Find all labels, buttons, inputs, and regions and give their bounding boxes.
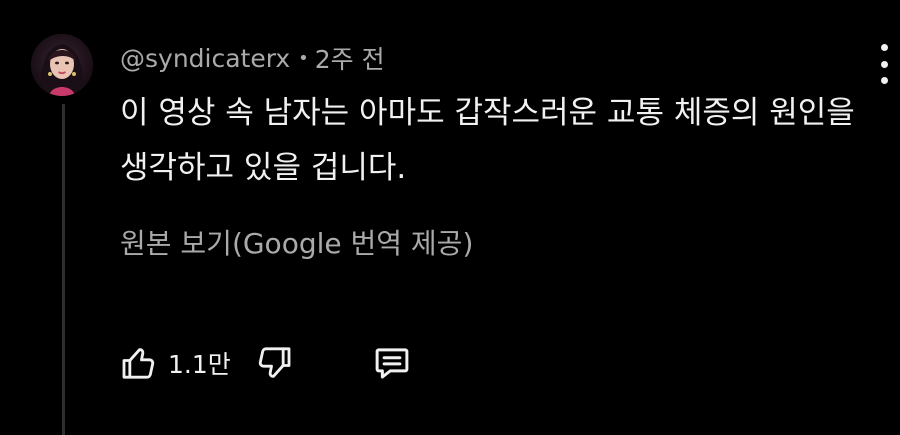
comment-text-line: 이 영상 속 남자는 아마도 갑작스러운 교통 체증의 원인을 <box>120 95 855 131</box>
menu-dot <box>880 44 888 51</box>
avatar[interactable] <box>31 34 93 96</box>
comment-icon[interactable] <box>371 342 413 384</box>
meta-separator: • <box>298 47 309 69</box>
see-original-link[interactable]: 원본 보기(Google 번역 제공) <box>120 224 473 264</box>
thread-line <box>62 104 65 435</box>
menu-dot <box>880 60 888 68</box>
thumbs-down-icon[interactable] <box>253 342 295 384</box>
menu-dot <box>880 77 888 84</box>
comment-actions: 1.1만 <box>118 340 413 386</box>
thumbs-up-icon[interactable] <box>118 342 160 384</box>
comment-timestamp[interactable]: 2주 전 <box>315 40 385 76</box>
like-count: 1.1만 <box>168 350 231 379</box>
comment-text-line: 생각하고 있을 겁니다. <box>120 150 407 186</box>
avatar-image <box>31 34 93 96</box>
comment-header: @syndicaterx • 2주 전 <box>120 40 385 76</box>
more-vert-icon[interactable] <box>876 44 892 84</box>
author-name[interactable]: @syndicaterx <box>120 44 290 73</box>
comment-text: 이 영상 속 남자는 아마도 갑작스러운 교통 체증의 원인을 생각하고 있을 … <box>120 86 880 196</box>
